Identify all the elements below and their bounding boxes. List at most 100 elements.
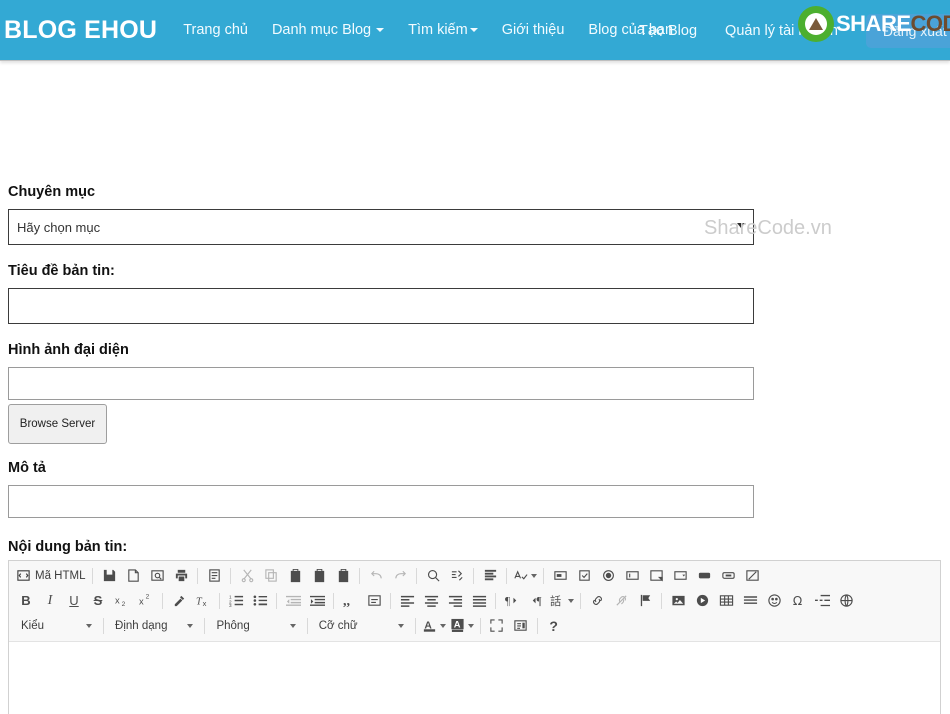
text-direction-rtl-button[interactable]: ¶ — [526, 591, 546, 611]
svg-text:3: 3 — [229, 603, 232, 608]
outdent-button[interactable] — [283, 591, 303, 611]
nav-item-1[interactable]: Trang chủ — [171, 16, 260, 44]
show-blocks-button[interactable] — [511, 616, 531, 636]
underline-button[interactable]: U — [64, 591, 84, 611]
save-button[interactable] — [99, 566, 119, 586]
svg-text:2: 2 — [121, 601, 125, 608]
new-page-button[interactable] — [123, 566, 143, 586]
nav-item-4[interactable]: Giới thiệu — [490, 16, 577, 44]
site-brand[interactable]: BLOG EHOU — [0, 16, 171, 45]
special-character-button[interactable]: Ω — [788, 591, 808, 611]
browse-server-button[interactable]: Browse Server — [8, 404, 107, 445]
paste-as-text-button[interactable] — [309, 566, 329, 586]
redo-button[interactable] — [390, 566, 410, 586]
blockquote-icon: ,, — [343, 593, 358, 608]
toolbar-separator — [204, 617, 206, 634]
image-input[interactable] — [8, 367, 754, 401]
cut-icon — [240, 568, 255, 583]
remove-format-button[interactable] — [169, 591, 189, 611]
form-button[interactable] — [550, 566, 570, 586]
bulleted-list-button[interactable] — [250, 591, 270, 611]
horizontal-rule-button[interactable] — [740, 591, 760, 611]
text-direction-ltr-button[interactable]: ¶ — [502, 591, 522, 611]
unlink-button[interactable] — [611, 591, 631, 611]
align-center-button[interactable] — [421, 591, 441, 611]
replace-button[interactable] — [447, 566, 467, 586]
svg-text:¶: ¶ — [505, 595, 510, 607]
hidden-field-icon — [745, 568, 760, 583]
textarea-button[interactable] — [646, 566, 666, 586]
subscript-button[interactable]: x2 — [112, 591, 132, 611]
about-button[interactable]: ? — [544, 616, 564, 636]
iframe-button[interactable] — [836, 591, 856, 611]
select-field-icon — [673, 568, 688, 583]
hidden-field-button[interactable] — [742, 566, 762, 586]
spellcheck-button[interactable] — [513, 566, 538, 586]
cut-button[interactable] — [237, 566, 257, 586]
field-group-category: Chuyên mục Hãy chọn mục — [8, 184, 754, 246]
smiley-button[interactable] — [764, 591, 784, 611]
preview-button[interactable] — [147, 566, 167, 586]
format-combo[interactable]: Định dạng — [108, 616, 198, 636]
styles-combo[interactable]: Kiểu — [14, 616, 97, 636]
strikethrough-button[interactable]: S — [88, 591, 108, 611]
title-input[interactable] — [8, 288, 754, 325]
blockquote-button[interactable]: ,, — [340, 591, 360, 611]
paste-button[interactable] — [285, 566, 305, 586]
image-button[interactable] — [668, 591, 688, 611]
link-icon — [590, 593, 605, 608]
table-button[interactable] — [716, 591, 736, 611]
align-justify-button[interactable] — [469, 591, 489, 611]
form-button-button[interactable] — [694, 566, 714, 586]
text-color-button[interactable]: A — [422, 616, 446, 636]
anchor-button[interactable] — [635, 591, 655, 611]
nav-right-item-1[interactable]: Tạo Blog — [625, 17, 711, 45]
font-size-combo-label: Cỡ chữ — [318, 619, 358, 632]
select-field-button[interactable] — [670, 566, 690, 586]
source-button[interactable]: Mã HTML — [16, 566, 85, 586]
checkbox-button[interactable] — [574, 566, 594, 586]
indent-button[interactable] — [307, 591, 327, 611]
editor-content-area[interactable] — [9, 642, 940, 714]
language-icon: 話 — [550, 593, 565, 608]
background-color-button[interactable]: A — [450, 616, 474, 636]
help-icon: ? — [549, 617, 558, 634]
print-button[interactable] — [171, 566, 191, 586]
nav-item-2[interactable]: Danh mục Blog — [260, 16, 396, 44]
page-break-button[interactable] — [812, 591, 832, 611]
align-left-button[interactable] — [397, 591, 417, 611]
bold-button[interactable]: B — [16, 591, 36, 611]
templates-button[interactable] — [204, 566, 224, 586]
superscript-button[interactable]: x2 — [136, 591, 156, 611]
flash-button[interactable] — [692, 591, 712, 611]
paste-from-word-button[interactable] — [333, 566, 353, 586]
logout-button[interactable]: Đăng xuất — [865, 13, 950, 48]
text-field-button[interactable] — [622, 566, 642, 586]
numbered-list-button[interactable]: 123 — [226, 591, 246, 611]
nav-item-label: Tìm kiếm — [408, 22, 468, 38]
clear-format-button[interactable]: Tx — [193, 591, 213, 611]
nav-right-item-2[interactable]: Quản lý tài khoản — [711, 17, 852, 45]
font-size-combo[interactable]: Cỡ chữ — [312, 616, 409, 636]
align-right-button[interactable] — [445, 591, 465, 611]
maximize-button[interactable] — [487, 616, 507, 636]
svg-text:x: x — [139, 596, 144, 606]
div-container-button[interactable] — [364, 591, 384, 611]
toolbar-separator — [276, 592, 277, 609]
indent-icon — [309, 593, 325, 608]
image-button-button[interactable] — [718, 566, 738, 586]
new-page-icon — [126, 568, 141, 583]
nav-item-3[interactable]: Tìm kiếm — [396, 16, 490, 44]
link-button[interactable] — [587, 591, 607, 611]
radio-button[interactable] — [598, 566, 618, 586]
copy-button[interactable] — [261, 566, 281, 586]
language-button[interactable]: 話 — [550, 591, 574, 611]
font-combo[interactable]: Phông — [209, 616, 300, 636]
description-input[interactable] — [8, 485, 754, 519]
find-button[interactable] — [423, 566, 443, 586]
styles-combo-label: Kiểu — [21, 619, 45, 632]
italic-button[interactable]: I — [40, 591, 60, 611]
category-select[interactable]: Hãy chọn mục — [8, 209, 754, 246]
select-all-button[interactable] — [480, 566, 500, 586]
undo-button[interactable] — [366, 566, 386, 586]
